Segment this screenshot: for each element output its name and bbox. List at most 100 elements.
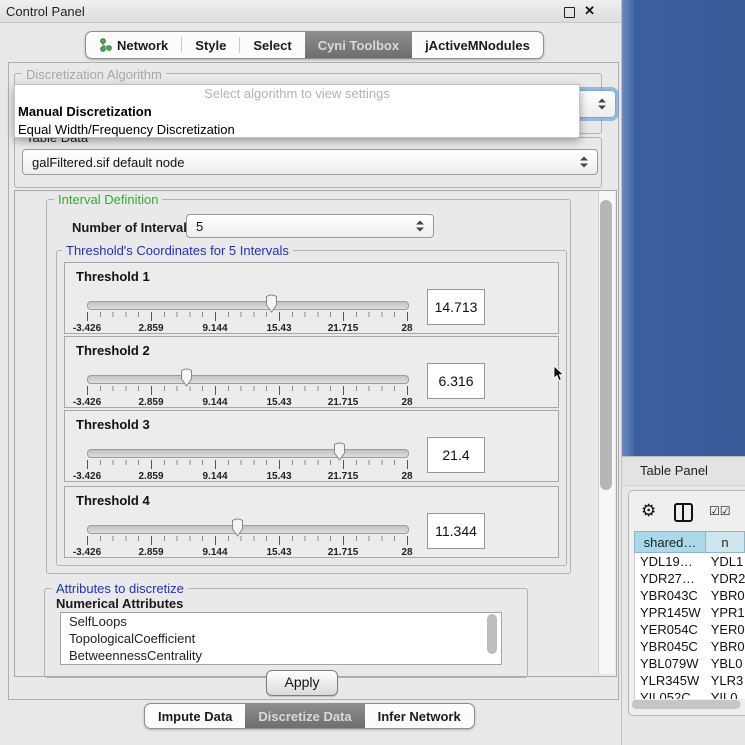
slider-track[interactable]: [87, 301, 409, 310]
table-cell[interactable]: YBR0: [707, 587, 745, 604]
tick-label: 28: [401, 471, 412, 482]
tick-label: 28: [401, 397, 412, 408]
table-panel-title: Table Panel: [640, 463, 708, 478]
gear-icon[interactable]: ⚙: [641, 501, 656, 521]
threshold-1-slider[interactable]: -3.4262.8599.14415.4321.71528: [87, 297, 407, 331]
table-row[interactable]: YDL19…YDL1: [635, 553, 745, 570]
control-panel-titlebar[interactable]: Control Panel ✕: [0, 0, 621, 23]
node-attribute-table: shared… n YDL19…YDL1YDR27…YDR2YBR043CYBR…: [634, 531, 745, 699]
tab-cyni-toolbox[interactable]: Cyni Toolbox: [305, 32, 412, 58]
tick-label: 2.859: [138, 547, 163, 558]
number-of-intervals-combobox[interactable]: 5: [186, 214, 434, 238]
apply-button[interactable]: Apply: [266, 670, 338, 696]
table-cell[interactable]: YIL0: [707, 689, 745, 699]
table-cell[interactable]: YER0: [707, 621, 745, 638]
tab-select[interactable]: Select: [240, 32, 304, 58]
tick-label: 9.144: [202, 471, 227, 482]
table-cell[interactable]: YBL0: [707, 655, 745, 672]
table-panel-header[interactable]: Table Panel: [622, 456, 745, 486]
close-icon[interactable]: ✕: [584, 3, 595, 19]
table-row[interactable]: YER054CYER0: [635, 621, 745, 638]
stepper-icon: [580, 157, 588, 168]
table-row[interactable]: YPR145WYPR1: [635, 604, 745, 621]
table-row[interactable]: YBL079WYBL0: [635, 655, 745, 672]
table-row[interactable]: YDR27…YDR2: [635, 570, 745, 587]
slider-tick-labels: -3.4262.8599.14415.4321.71528: [87, 471, 407, 483]
tab-jactivemnodules[interactable]: jActiveMNodules: [412, 32, 543, 58]
dropdown-placeholder: Select algorithm to view settings: [15, 85, 579, 103]
threshold-3-slider[interactable]: -3.4262.8599.14415.4321.71528: [87, 445, 407, 479]
threshold-3-value-field[interactable]: [427, 437, 485, 473]
table-row[interactable]: YBR045CYBR0: [635, 638, 745, 655]
slider-thumb[interactable]: [179, 368, 194, 388]
table-cell[interactable]: YLR345W: [635, 672, 707, 689]
table-data-combobox[interactable]: galFiltered.sif default node: [22, 149, 598, 175]
dropdown-option-equal-width[interactable]: Equal Width/Frequency Discretization: [15, 121, 579, 138]
slider-track[interactable]: [87, 449, 409, 458]
table-cell[interactable]: YLR3: [707, 672, 745, 689]
threshold-2-value-field[interactable]: [427, 363, 485, 399]
checkbox-columns-icon[interactable]: ☑☑: [709, 504, 731, 518]
table-cell[interactable]: YBR0: [707, 638, 745, 655]
table-row[interactable]: YIL052CYIL0: [635, 689, 745, 699]
tab-discretize-data[interactable]: Discretize Data: [245, 704, 364, 728]
tab-network[interactable]: Network: [86, 32, 181, 58]
table-header-row: shared… n: [634, 531, 745, 553]
slider-track[interactable]: [87, 525, 409, 534]
slider-thumb[interactable]: [264, 294, 279, 314]
scrollbar-thumb[interactable]: [632, 700, 740, 709]
threshold-4-value-field[interactable]: [427, 513, 485, 549]
tick-label: 2.859: [138, 397, 163, 408]
slider-major-ticks: [87, 536, 408, 545]
table-cell[interactable]: YBL079W: [635, 655, 707, 672]
scrollbar-thumb[interactable]: [600, 200, 612, 490]
dropdown-option-manual[interactable]: Manual Discretization: [15, 103, 579, 121]
table-cell[interactable]: YBR045C: [635, 638, 707, 655]
slider-track[interactable]: [87, 375, 409, 384]
tab-infer-network[interactable]: Infer Network: [365, 704, 474, 728]
tick-label: 28: [401, 323, 412, 334]
slider-thumb[interactable]: [230, 518, 245, 538]
list-scrollbar-thumb[interactable]: [487, 614, 497, 654]
table-cell[interactable]: YDL1: [707, 553, 745, 570]
table-cell[interactable]: YIL052C: [635, 689, 707, 699]
panel-title: Control Panel: [6, 4, 85, 19]
table-cell[interactable]: YPR145W: [635, 604, 707, 621]
column-header-shared-name[interactable]: shared…: [634, 531, 706, 553]
thresholds-group-title: Threshold's Coordinates for 5 Intervals: [62, 243, 293, 258]
split-columns-icon[interactable]: [674, 503, 693, 522]
threshold-4-slider[interactable]: -3.4262.8599.14415.4321.71528: [87, 521, 407, 555]
mouse-cursor: [553, 366, 566, 382]
float-window-icon[interactable]: [564, 7, 575, 18]
table-row[interactable]: YBR043CYBR0: [635, 587, 745, 604]
list-item[interactable]: TopologicalCoefficient: [61, 630, 501, 647]
horizontal-scrollbar[interactable]: [632, 700, 742, 709]
numerical-attributes-label: Numerical Attributes: [56, 596, 183, 611]
table-cell[interactable]: YDR27…: [635, 570, 707, 587]
tab-impute-data[interactable]: Impute Data: [145, 704, 245, 728]
table-cell[interactable]: YBR043C: [635, 587, 707, 604]
table-row[interactable]: YLR345WYLR3: [635, 672, 745, 689]
slider-major-ticks: [87, 386, 408, 395]
interval-definition-group-title: Interval Definition: [54, 192, 162, 207]
slider-tick-labels: -3.4262.8599.14415.4321.71528: [87, 397, 407, 409]
bottom-tab-bar: Impute Data Discretize Data Infer Networ…: [144, 703, 475, 729]
list-item[interactable]: BetweennessCentrality: [61, 647, 501, 664]
table-cell[interactable]: YDR2: [707, 570, 745, 587]
table-cell[interactable]: YDL19…: [635, 553, 707, 570]
slider-thumb[interactable]: [332, 442, 347, 462]
tick-label: 9.144: [202, 397, 227, 408]
tab-style[interactable]: Style: [182, 32, 239, 58]
column-header-name[interactable]: n: [706, 531, 745, 553]
table-body: YDL19…YDL1YDR27…YDR2YBR043CYBR0YPR145WYP…: [634, 553, 745, 699]
slider-major-ticks: [87, 312, 408, 321]
threshold-3-panel: Threshold 3 -3.4262.8599.14415.4321.7152…: [64, 410, 559, 482]
table-cell[interactable]: YER054C: [635, 621, 707, 638]
list-item[interactable]: SelfLoops: [61, 613, 501, 630]
numerical-attributes-list[interactable]: SelfLoopsTopologicalCoefficientBetweenne…: [60, 612, 502, 665]
table-cell[interactable]: YPR1: [707, 604, 745, 621]
tick-label: 28: [401, 547, 412, 558]
algorithm-dropdown-popup: Select algorithm to view settings Manual…: [14, 84, 580, 138]
threshold-2-slider[interactable]: -3.4262.8599.14415.4321.71528: [87, 371, 407, 405]
threshold-1-value-field[interactable]: [427, 289, 485, 325]
